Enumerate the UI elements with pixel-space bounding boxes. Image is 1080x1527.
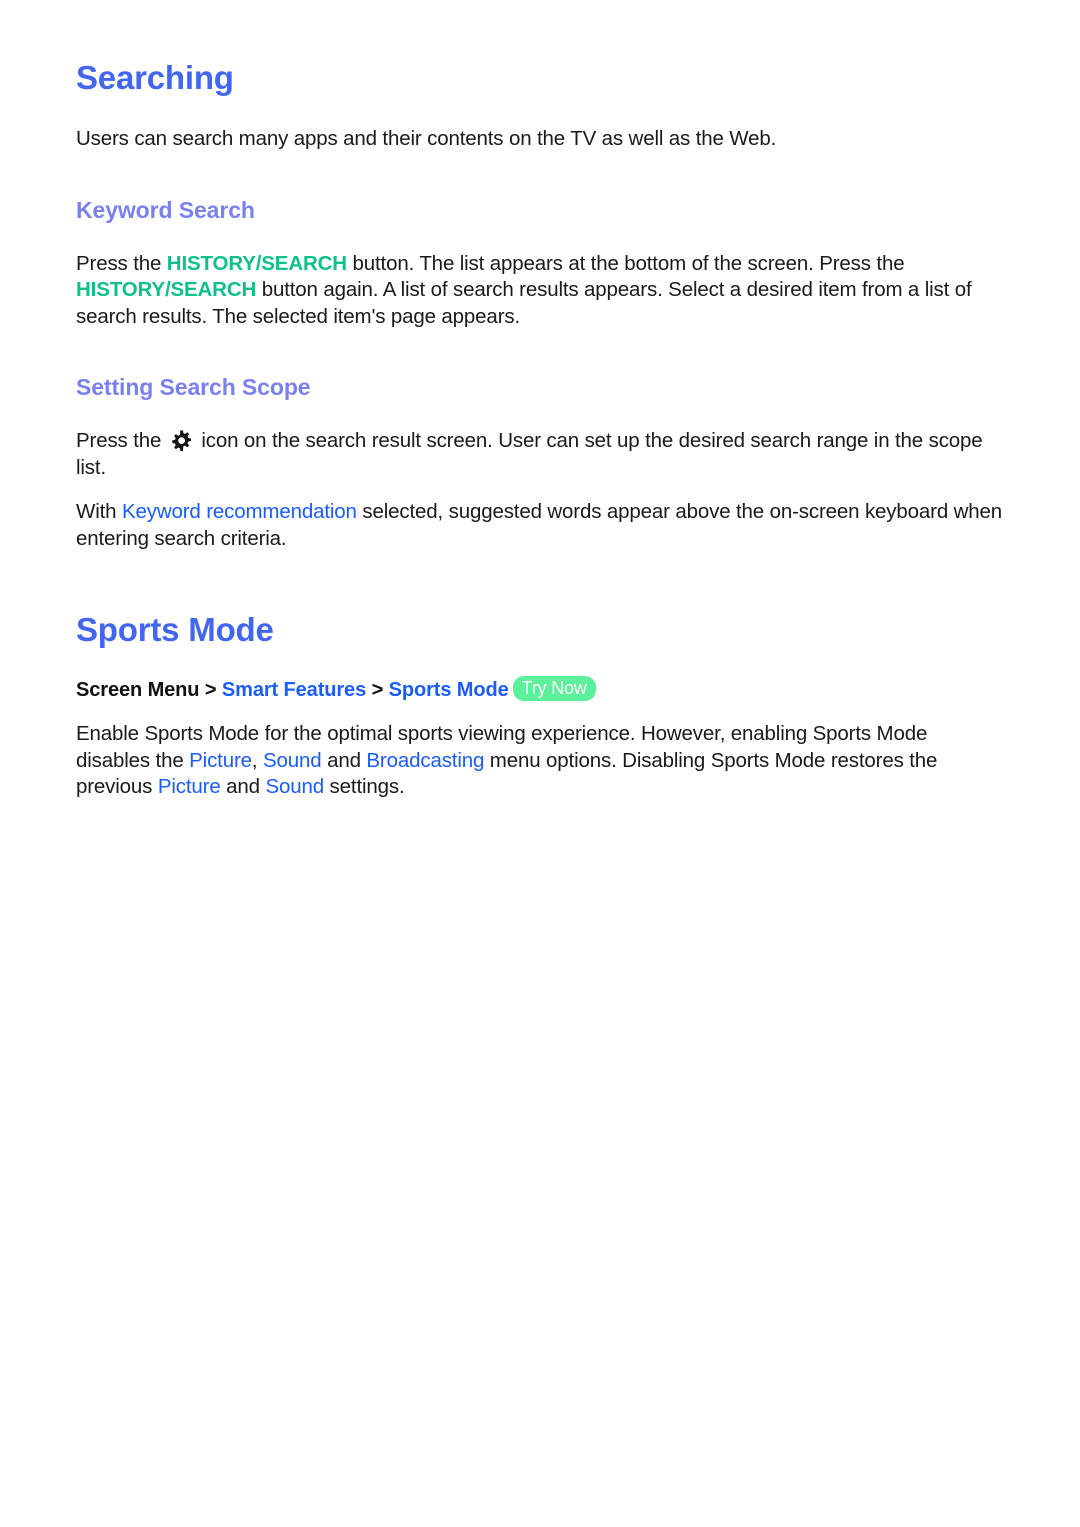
text-fragment: and xyxy=(321,748,367,772)
searching-intro-paragraph: Users can search many apps and their con… xyxy=(76,127,777,150)
text-fragment: button. The list appears at the bottom o… xyxy=(346,251,905,275)
link-sound-1[interactable]: Sound xyxy=(263,749,322,772)
text-fragment: Press the xyxy=(76,429,167,452)
button-name-history-search-1: HISTORY/SEARCH xyxy=(166,251,347,275)
breadcrumb-item-smart-features[interactable]: Smart Features xyxy=(222,679,366,701)
heading-keyword-search: Keyword Search xyxy=(76,196,255,223)
link-picture-2[interactable]: Picture xyxy=(158,775,221,798)
manual-page: Searching Users can search many apps and… xyxy=(0,0,1080,1527)
heading-setting-search-scope: Setting Search Scope xyxy=(76,374,311,400)
text-fragment: , xyxy=(251,748,264,772)
breadcrumb: Screen Menu > Smart Features > Sports Mo… xyxy=(76,676,1020,703)
link-broadcasting[interactable]: Broadcasting xyxy=(366,749,484,772)
breadcrumb-root: Screen Menu xyxy=(76,679,200,701)
text-fragment: settings. xyxy=(324,775,405,798)
link-sound-2[interactable]: Sound xyxy=(265,775,324,798)
try-now-badge[interactable]: Try Now xyxy=(512,676,596,701)
link-picture-1[interactable]: Picture xyxy=(189,749,252,772)
page-title-searching: Searching xyxy=(76,59,234,96)
button-name-history-search-2: HISTORY/SEARCH xyxy=(76,278,257,301)
setting-search-scope-paragraph-2: With Keyword recommendation selected, su… xyxy=(76,499,1006,552)
page-title-sports-mode: Sports Mode xyxy=(76,611,274,648)
text-fragment: icon on the search result screen. User c… xyxy=(76,429,983,479)
text-fragment: and xyxy=(220,775,266,798)
setting-search-scope-paragraph-1: Press the icon on the search result scre… xyxy=(76,428,1006,481)
text-fragment: Press the xyxy=(76,251,167,275)
breadcrumb-item-sports-mode[interactable]: Sports Mode xyxy=(389,679,509,701)
keyword-search-paragraph: Press the HISTORY/SEARCH button. The lis… xyxy=(76,251,1006,331)
text-fragment: With xyxy=(76,500,122,523)
link-keyword-recommendation[interactable]: Keyword recommendation xyxy=(122,500,357,523)
gear-icon xyxy=(171,430,192,451)
breadcrumb-separator: > xyxy=(366,679,389,701)
breadcrumb-separator: > xyxy=(199,679,222,701)
sports-mode-paragraph: Enable Sports Mode for the optimal sport… xyxy=(76,721,1006,801)
